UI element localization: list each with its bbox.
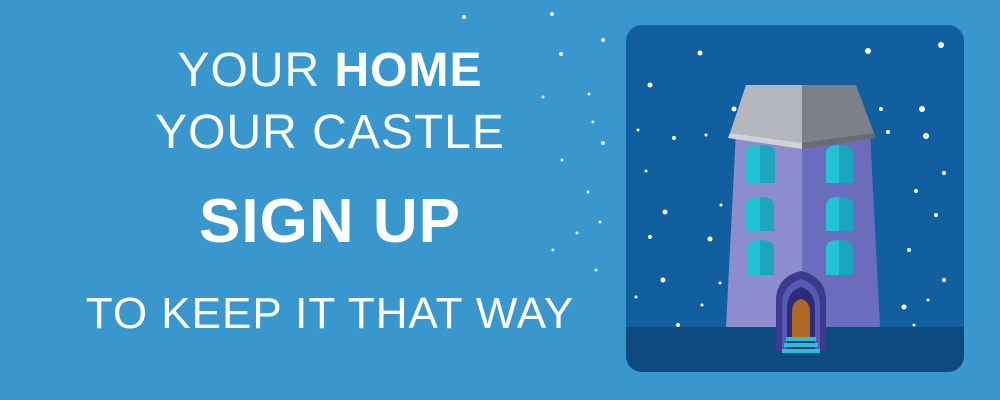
window: [746, 197, 760, 231]
headline-home: HOME: [334, 44, 483, 97]
window: [747, 240, 760, 275]
window: [760, 240, 774, 275]
castle-illustration: [626, 25, 964, 372]
headline-line-1: YOUR HOME: [40, 40, 620, 102]
tower-door: [776, 271, 826, 353]
window: [839, 240, 853, 275]
signup-banner[interactable]: YOUR HOME YOUR CASTLE SIGN UP TO KEEP IT…: [0, 0, 1000, 400]
star: [550, 12, 554, 16]
window: [839, 197, 853, 231]
window: [826, 240, 839, 275]
window: [826, 197, 839, 231]
window: [746, 145, 760, 183]
castle-tower-icon: [626, 42, 964, 372]
window: [760, 197, 774, 231]
headline-block: YOUR HOME YOUR CASTLE SIGN UP TO KEEP IT…: [40, 40, 620, 342]
star: [462, 15, 466, 19]
window: [760, 145, 775, 183]
headline-line-2: YOUR CASTLE: [155, 106, 505, 159]
tagline: TO KEEP IT THAT WAY: [85, 289, 575, 338]
sign-up-cta[interactable]: SIGN UP: [40, 186, 620, 258]
window: [839, 145, 853, 183]
headline-your: YOUR: [177, 44, 321, 97]
tower-roof: [728, 85, 876, 149]
window: [826, 145, 839, 183]
